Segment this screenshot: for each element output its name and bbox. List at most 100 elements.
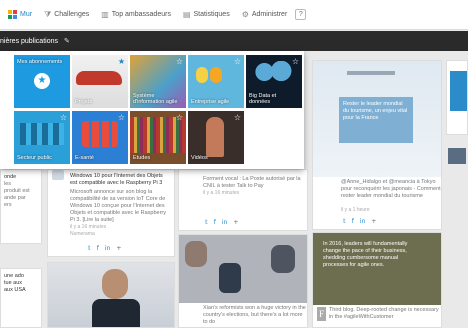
plus-icon[interactable]: + bbox=[233, 219, 238, 226]
tile-e-sante[interactable]: ☆ E-santé bbox=[72, 111, 128, 164]
plus-icon[interactable]: + bbox=[116, 245, 121, 252]
card-leaders[interactable]: In 2016, leaders will fundamentally chan… bbox=[312, 232, 442, 328]
card-text: une ado bbox=[4, 273, 24, 279]
card-meta: il y a 1 heure bbox=[341, 207, 370, 213]
card-body: Xian's reformists won a huge victory in … bbox=[203, 305, 306, 325]
tile-mes-abonnements[interactable]: ★ Mes abonnements bbox=[14, 55, 70, 108]
card-text: ers bbox=[4, 202, 12, 208]
funnel-icon: ⧩ bbox=[44, 9, 52, 19]
star-icon[interactable]: ★ bbox=[118, 57, 125, 66]
nav-top-ambassadeurs[interactable]: ▥ Top ambassadeurs bbox=[101, 10, 171, 19]
nav-mur[interactable]: Mur bbox=[8, 10, 32, 19]
star-icon[interactable]: ☆ bbox=[60, 113, 67, 122]
star-icon[interactable]: ☆ bbox=[292, 57, 299, 66]
card-text: onde bbox=[4, 174, 17, 180]
publications-filter-label[interactable]: nières publications bbox=[0, 38, 58, 45]
card-source: Numerama bbox=[70, 231, 95, 237]
card-text: produit est bbox=[4, 188, 30, 194]
categories-dropdown: ★ Mes abonnements ★ Projets ☆ Système d'i… bbox=[0, 51, 304, 169]
bookshelf-image bbox=[130, 117, 186, 153]
plus-icon[interactable]: + bbox=[371, 218, 376, 225]
tile-entreprise-agile[interactable]: ☆ Entreprise agile bbox=[188, 55, 244, 108]
card-meta: il y a 16 minutes bbox=[70, 224, 107, 230]
nav-label: Challenges bbox=[54, 11, 90, 18]
podium-icon: ▥ bbox=[101, 10, 109, 19]
card-brand-logo bbox=[347, 71, 395, 75]
nav-label: Mur bbox=[20, 11, 33, 18]
card-windows-iot[interactable]: Windows 10 pour l'Internet des Objets es… bbox=[47, 169, 175, 257]
card-body: Third blog. Deep-rooted change is necess… bbox=[328, 307, 439, 320]
card-text: tue aux bbox=[4, 280, 23, 286]
linkedin-icon[interactable]: in bbox=[360, 218, 365, 225]
tile-secteur-public[interactable]: ☆ Secteur public bbox=[14, 111, 70, 164]
car-image bbox=[76, 71, 122, 85]
card-left-bottom[interactable]: une ado tue aux aux USA bbox=[0, 268, 42, 328]
star-badge-icon: ★ bbox=[34, 73, 50, 89]
nav-statistiques[interactable]: ▤ Statistiques bbox=[183, 10, 230, 19]
right-edge-card[interactable] bbox=[446, 60, 468, 135]
card-title: Rester le leader mondial du tourisme, un… bbox=[343, 101, 408, 121]
card-title: Windows 10 pour l'Internet des Objets es… bbox=[70, 173, 163, 186]
twitter-icon[interactable]: 𝕥 bbox=[343, 218, 346, 225]
tile-videos[interactable]: ☆ Vidéos bbox=[188, 111, 244, 164]
card-body: Forment vocal : La Poste autorisé par la… bbox=[203, 176, 301, 189]
tile-label: E-santé bbox=[75, 155, 94, 161]
tile-label: Projets bbox=[75, 99, 93, 105]
tile-label: Big Data et données bbox=[249, 93, 277, 105]
facebook-icon[interactable]: f bbox=[352, 218, 354, 225]
publications-bar: nières publications ✎ bbox=[0, 31, 468, 51]
tourisme-banner: Rester le leader mondial du tourisme, un… bbox=[339, 97, 413, 143]
people-image bbox=[20, 123, 64, 145]
share-bar: 𝕥 f in + bbox=[343, 218, 376, 225]
star-icon[interactable]: ☆ bbox=[176, 113, 183, 122]
pencil-icon[interactable]: ✎ bbox=[64, 37, 70, 45]
tourisme-image: Rester le leader mondial du tourisme, un… bbox=[313, 61, 441, 177]
bulb-image bbox=[210, 67, 222, 83]
leaders-image: In 2016, leaders will fundamentally chan… bbox=[313, 233, 441, 305]
group-photo bbox=[179, 235, 307, 303]
tile-label: Entreprise agile bbox=[191, 99, 230, 105]
edge-image bbox=[450, 71, 467, 111]
bulb-image bbox=[196, 67, 208, 83]
tile-etudes[interactable]: ☆ Etudes bbox=[130, 111, 186, 164]
source-logo-icon: F bbox=[317, 307, 326, 321]
card-xi-photo[interactable] bbox=[47, 262, 175, 328]
card-text: les bbox=[4, 181, 12, 187]
help-button[interactable]: ? bbox=[295, 9, 307, 20]
tile-big-data[interactable]: ☆ Big Data et données bbox=[246, 55, 302, 108]
card-election-photo[interactable]: Xian's reformists won a huge victory in … bbox=[178, 234, 308, 328]
chart-icon: ▤ bbox=[182, 10, 191, 19]
tile-label: Vidéos bbox=[191, 155, 208, 161]
share-bar: 𝕥 f in + bbox=[88, 245, 121, 252]
card-left-top[interactable]: onde les produit est ande par ers bbox=[0, 169, 42, 244]
card-tourisme[interactable]: Rester le leader mondial du tourisme, un… bbox=[312, 60, 442, 230]
star-icon[interactable]: ☆ bbox=[176, 57, 183, 66]
star-icon[interactable]: ☆ bbox=[234, 113, 241, 122]
card-body: @Anne_Hidalgo et @meancia à Tokyo pour r… bbox=[341, 179, 441, 199]
card-meta: il y a 16 minutes bbox=[203, 190, 240, 196]
twitter-icon[interactable]: 𝕥 bbox=[88, 245, 91, 252]
card-body: Microsoft annonce sur son blog la compat… bbox=[70, 189, 166, 223]
tile-systeme-information[interactable]: ☆ Système d'information agile bbox=[130, 55, 186, 108]
twitter-icon[interactable]: 𝕥 bbox=[205, 219, 208, 226]
star-icon[interactable]: ☆ bbox=[234, 57, 241, 66]
nav-administrer[interactable]: ⚙ Administrer bbox=[242, 10, 288, 19]
grid-icon bbox=[8, 10, 17, 19]
facebook-icon[interactable]: f bbox=[214, 219, 216, 226]
facebook-icon[interactable]: f bbox=[97, 245, 99, 252]
nav-challenges[interactable]: ⧩ Challenges bbox=[44, 10, 89, 20]
gear-icon: ⚙ bbox=[241, 10, 249, 19]
nav-label: Statistiques bbox=[193, 11, 230, 18]
linkedin-icon[interactable]: in bbox=[222, 219, 227, 226]
nav-label: Administrer bbox=[251, 11, 288, 18]
article-thumbnail-icon bbox=[52, 170, 64, 180]
linkedin-icon[interactable]: in bbox=[105, 245, 110, 252]
presenter-image bbox=[206, 117, 224, 157]
tile-label: Mes abonnements bbox=[17, 59, 63, 65]
card-poste[interactable]: Forment vocal : La Poste autorisé par la… bbox=[178, 169, 308, 231]
nav-label: Top ambassadeurs bbox=[111, 11, 171, 18]
tile-projets[interactable]: ★ Projets bbox=[72, 55, 128, 108]
tile-label: Système d'information agile bbox=[133, 93, 178, 105]
card-text: ande par bbox=[4, 195, 26, 201]
star-icon[interactable]: ☆ bbox=[118, 113, 125, 122]
